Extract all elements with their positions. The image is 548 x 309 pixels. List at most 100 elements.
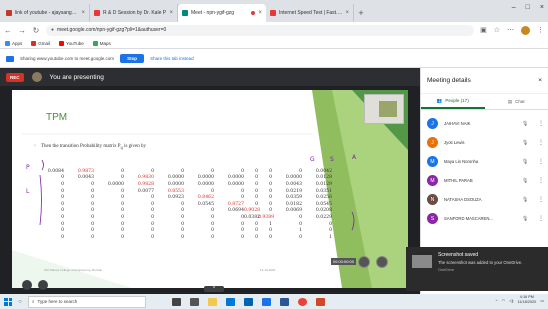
matrix-cell: 0.9389 <box>258 214 275 220</box>
notifications-icon[interactable]: ▭ <box>540 298 544 303</box>
matrix-cell: 0 <box>211 168 214 174</box>
matrix-cell: 0.8553 <box>167 188 184 194</box>
close-tab-icon[interactable]: × <box>81 10 85 16</box>
mic-muted-icon[interactable]: 🎙 <box>522 159 532 165</box>
clock[interactable]: 4:16 PM 11/18/2020 <box>517 295 536 305</box>
forward-icon[interactable]: → <box>18 26 26 35</box>
bullet-icon: • <box>34 144 36 149</box>
more-options-icon[interactable]: ⋮ <box>538 196 544 203</box>
calendar-app-icon[interactable] <box>190 297 199 306</box>
matrix-cell: 0 <box>241 228 244 234</box>
close-tab-icon[interactable]: × <box>169 10 173 16</box>
participant-row[interactable]: N NATASHA DSOUZA 🎙 ⋮ <box>421 190 548 209</box>
browser-toolbar: ← → ↻ ● meet.google.com/npn-ygif-gzg?pli… <box>0 22 548 38</box>
more-options-icon[interactable]: ⋮ <box>538 139 544 146</box>
browser-tab[interactable]: Meet - npn-ygif-gzg × <box>178 4 266 22</box>
word-icon[interactable] <box>280 297 289 306</box>
camera-toggle-icon[interactable] <box>38 280 48 290</box>
sharing-text: Sharing www.youtube.com to meet.google.c… <box>20 56 115 61</box>
matrix-cell: 0 <box>181 228 184 234</box>
back-icon[interactable]: ← <box>4 26 12 35</box>
participant-row[interactable]: S SANFORD MASCAREN... 🎙 ⋮ <box>421 209 548 228</box>
maximize-button[interactable]: □ <box>526 4 530 11</box>
share-tab-instead-link[interactable]: Share this tab instead <box>150 56 194 61</box>
store-icon[interactable] <box>244 297 253 306</box>
mic-muted-icon[interactable]: 🎙 <box>522 197 532 203</box>
participant-row[interactable]: M Maya Lin Noronha 🎙 ⋮ <box>421 152 548 171</box>
participant-row[interactable]: J Jyoti Lewis 🎙 ⋮ <box>421 133 548 152</box>
extensions-icon[interactable]: ⋯ <box>507 26 514 34</box>
close-panel-icon[interactable]: × <box>538 77 542 84</box>
mic-muted-icon[interactable]: 🎙 <box>522 178 532 184</box>
prev-control-icon[interactable] <box>358 256 370 268</box>
lock-icon: ● <box>51 27 55 33</box>
participant-row[interactable]: J JAIHAVI NAIK 🎙 ⋮ <box>421 114 548 133</box>
bookmark-item[interactable]: YouTube <box>59 40 84 46</box>
tray-chevron-icon[interactable]: ^ <box>496 298 498 303</box>
reload-icon[interactable]: ↻ <box>32 26 40 35</box>
stop-sharing-button[interactable]: Stop <box>120 54 145 63</box>
more-options-icon[interactable]: ⋮ <box>538 215 544 222</box>
tab-favicon-icon <box>270 10 276 16</box>
windows-start-icon[interactable] <box>4 297 12 306</box>
participant-row[interactable]: M MITHIL PARAB 🎙 ⋮ <box>421 171 548 190</box>
network-icon[interactable]: ◠ <box>502 298 506 303</box>
matrix-cell: 0.0000 <box>227 181 244 187</box>
tab-chat[interactable]: ▤ Chat <box>485 94 548 109</box>
mic-muted-icon[interactable]: 🎙 <box>522 121 532 127</box>
outlook-icon[interactable] <box>262 297 271 306</box>
powerpoint-icon[interactable] <box>316 297 325 306</box>
panel-title: Meeting details <box>427 77 471 84</box>
tab-people[interactable]: 👥 People (17) <box>421 94 485 109</box>
matrix-cell: 0.0042 <box>315 168 332 174</box>
bookmark-item[interactable]: Apps <box>5 40 22 46</box>
browser-tab[interactable]: Internet Speed Test | Fast.com × <box>266 4 354 22</box>
volume-icon[interactable]: ◁) <box>509 298 513 303</box>
bookmark-label: Gmail <box>38 40 51 46</box>
new-tab-button[interactable]: + <box>354 4 368 22</box>
matrix-cell: 0 <box>61 188 64 194</box>
address-bar[interactable]: ● meet.google.com/npn-ygif-gzg?pli=1&aut… <box>46 24 475 36</box>
matrix-cell: 0 <box>121 168 124 174</box>
next-control-icon[interactable] <box>376 256 388 268</box>
more-options-icon[interactable]: ⋮ <box>538 158 544 165</box>
matrix-cell: 0 <box>61 234 64 240</box>
file-explorer-icon[interactable] <box>208 297 217 306</box>
screenshot-toast[interactable]: Screenshot saved The screenshot was adde… <box>406 247 548 291</box>
tab-chat-label: Chat <box>515 99 525 104</box>
star-icon[interactable]: ☆ <box>494 26 500 34</box>
matrix-cell: 0 <box>241 234 244 240</box>
bookmark-item[interactable]: Gmail <box>31 40 51 46</box>
edge-icon[interactable] <box>226 297 235 306</box>
expand-controls-icon[interactable]: ^ <box>204 286 224 292</box>
browser-tab[interactable]: link of youtube - ajaysangaml- × <box>2 4 90 22</box>
matrix-row: 0.0084 0.9873 0 0 0 0 0 0 0 0 0.0042 <box>34 168 332 175</box>
matrix-cell: 0 <box>241 214 244 220</box>
matrix-cell: 0.0182 <box>285 201 302 207</box>
taskbar-search-input[interactable]: ⌕ Type here to search <box>28 295 146 308</box>
task-view-icon[interactable] <box>172 297 181 306</box>
cortana-icon[interactable]: ○ <box>16 299 24 305</box>
matrix-cell: 0.9873 <box>77 168 94 174</box>
toast-source: OneDrive <box>438 267 455 272</box>
matrix-cell: 0 <box>91 214 94 220</box>
more-options-icon[interactable]: ⋮ <box>538 120 544 127</box>
mic-toggle-icon[interactable] <box>22 280 32 290</box>
mic-muted-icon[interactable]: 🎙 <box>522 216 532 222</box>
minimize-button[interactable]: – <box>512 4 516 11</box>
matrix-cell: 0.0000 <box>197 181 214 187</box>
bookmark-item[interactable]: Maps <box>92 40 111 46</box>
camera-icon[interactable]: ▣ <box>480 26 487 34</box>
more-options-icon[interactable]: ⋮ <box>538 177 544 184</box>
matrix-row: 0 0 0 0 0 0 0 0 1 0 0 <box>34 221 332 228</box>
mic-muted-icon[interactable]: 🎙 <box>522 140 532 146</box>
close-window-button[interactable]: × <box>540 4 544 11</box>
browser-tab[interactable]: R & D Session by Dr. Kale P × <box>90 4 178 22</box>
chrome-icon[interactable] <box>298 297 307 306</box>
close-tab-icon[interactable]: × <box>258 10 262 16</box>
close-tab-icon[interactable]: × <box>345 10 349 16</box>
matrix-cell: 0 <box>121 195 124 201</box>
menu-icon[interactable]: ⋮ <box>537 26 544 34</box>
profile-avatar[interactable] <box>521 25 530 35</box>
url-text: meet.google.com/npn-ygif-gzg?pli=1&authu… <box>57 27 167 33</box>
